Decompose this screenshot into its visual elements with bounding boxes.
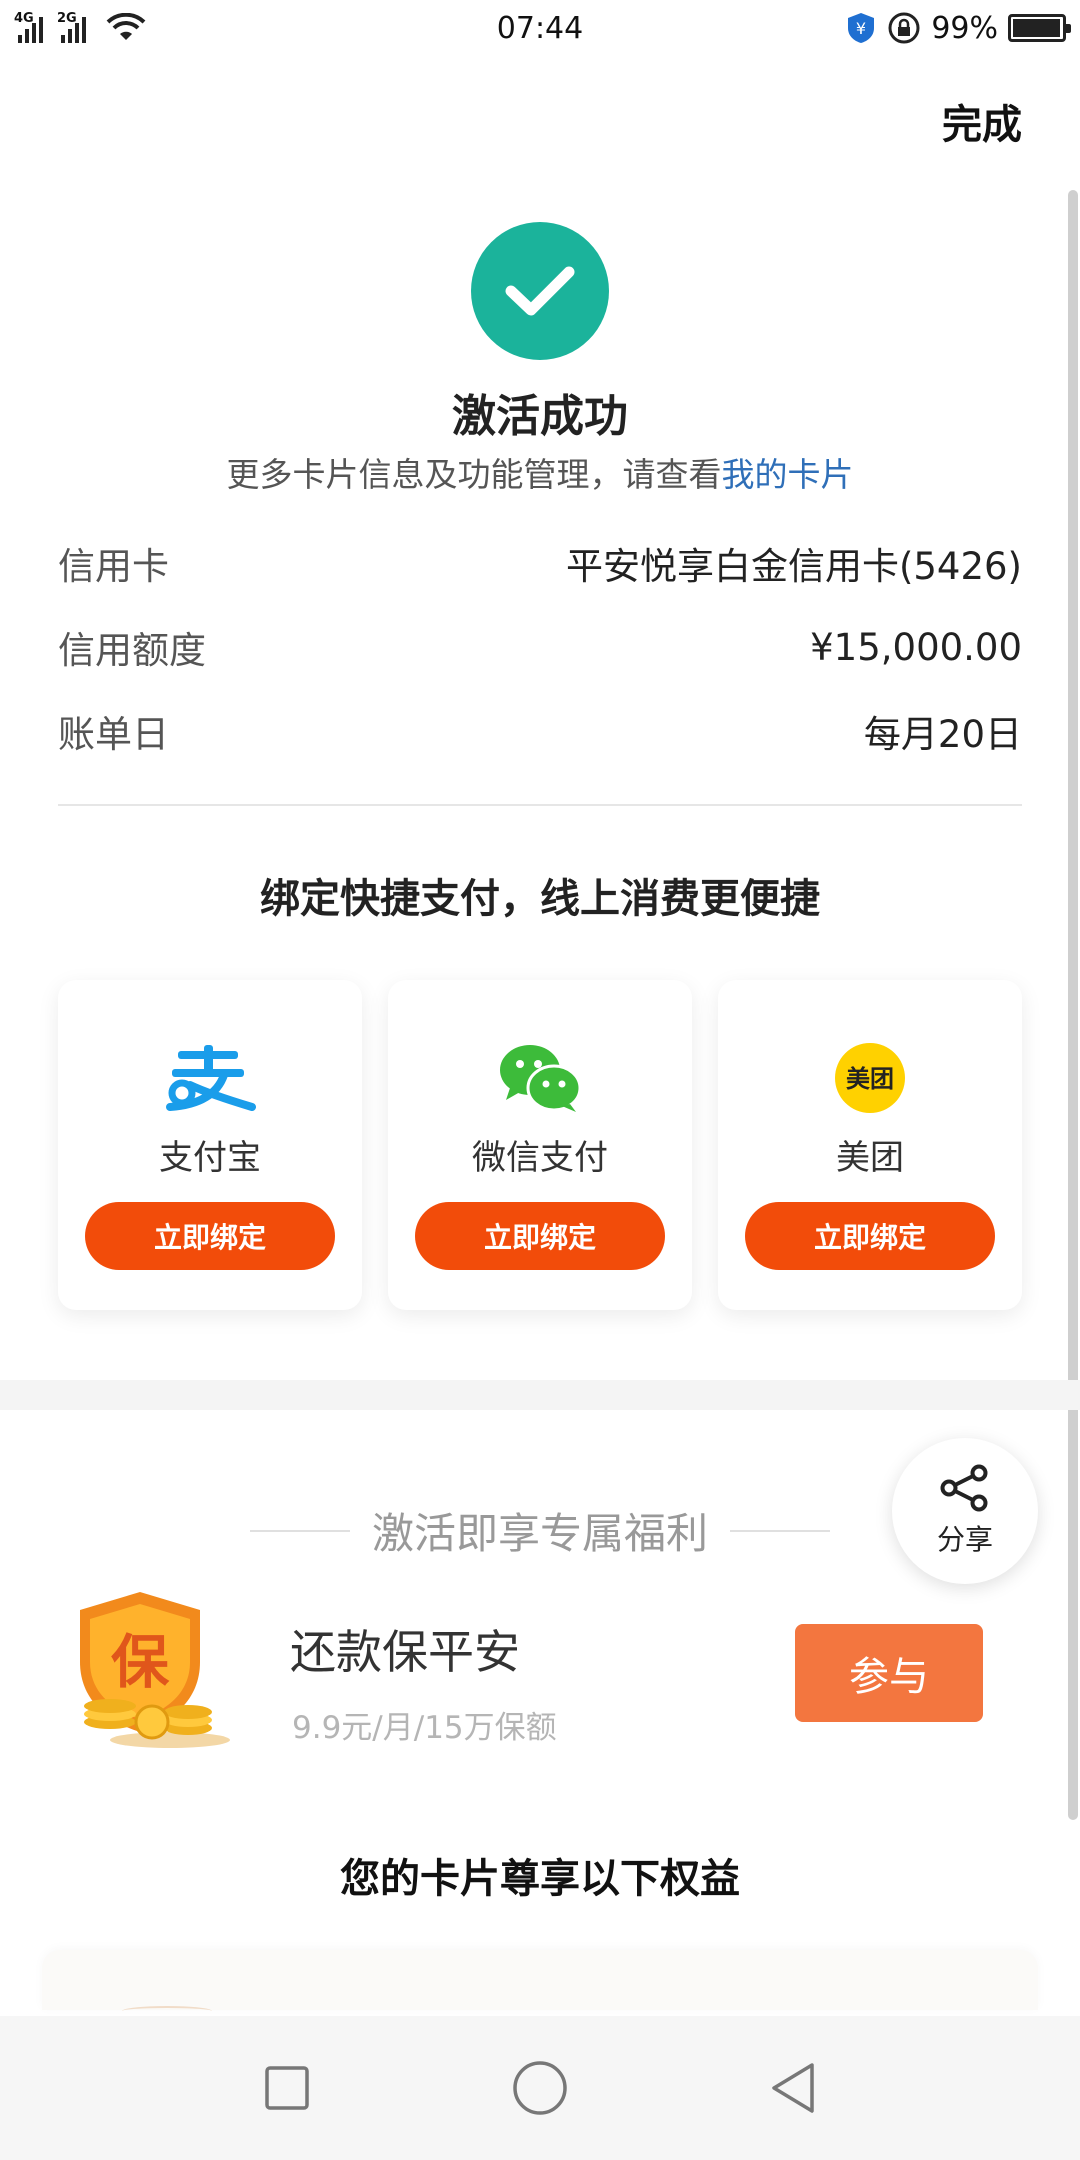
success-subtitle-text: 更多卡片信息及功能管理，请查看 bbox=[226, 455, 722, 494]
meituan-logo-text: 美团 bbox=[846, 1065, 894, 1093]
status-right: ¥ 99% bbox=[726, 10, 1071, 46]
wifi-icon bbox=[106, 13, 146, 40]
status-bar: 4G 2G 07:44 ¥ 99% bbox=[0, 0, 1080, 56]
bind-meituan-button[interactable]: 立即绑定 bbox=[745, 1202, 995, 1270]
perk-icon-partial bbox=[122, 2006, 212, 2016]
join-button[interactable]: 参与 bbox=[795, 1624, 983, 1722]
info-row-card: 信用卡 平安悦享白金信用卡(5426) bbox=[58, 536, 1022, 590]
wechat-pay-icon bbox=[388, 1038, 692, 1118]
success-title: 激活成功 bbox=[452, 391, 628, 442]
pay-option-name: 微信支付 bbox=[472, 1138, 608, 1178]
square-icon bbox=[264, 2066, 309, 2110]
promo-subtitle: 9.9元/月/15万保额 bbox=[292, 1710, 557, 1746]
bind-wechat-button[interactable]: 立即绑定 bbox=[415, 1202, 665, 1270]
heading-line-right bbox=[730, 1529, 831, 1532]
alipay-icon bbox=[58, 1038, 362, 1118]
info-value: ¥15,000.00 bbox=[810, 625, 1022, 669]
pay-option-name: 美团 bbox=[836, 1138, 904, 1178]
info-value: 平安悦享白金信用卡(5426) bbox=[565, 545, 1022, 588]
svg-text:¥: ¥ bbox=[856, 19, 866, 38]
share-icon bbox=[940, 1464, 988, 1512]
pay-option-alipay: 支付宝 立即绑定 bbox=[58, 980, 362, 1310]
success-subtitle: 更多卡片信息及功能管理，请查看我的卡片 bbox=[0, 448, 1080, 496]
info-label: 信用额度 bbox=[58, 629, 206, 672]
signal-2g-icon: 2G bbox=[57, 11, 86, 43]
rotation-lock-icon bbox=[888, 12, 920, 44]
battery-percent: 99% bbox=[931, 10, 998, 46]
circle-icon bbox=[513, 2061, 567, 2115]
back-button[interactable] bbox=[763, 2058, 823, 2118]
heading-line-left bbox=[250, 1529, 350, 1532]
info-row-limit: 信用额度 ¥15,000.00 bbox=[58, 620, 1022, 674]
system-nav-bar bbox=[0, 2016, 1080, 2160]
pay-option-name: 支付宝 bbox=[159, 1138, 261, 1178]
back-triangle-icon bbox=[772, 2063, 815, 2113]
promo-title: 还款保平安 bbox=[290, 1625, 520, 1679]
pay-option-wechat: 微信支付 立即绑定 bbox=[388, 980, 692, 1310]
meituan-icon: 美团 bbox=[718, 1038, 1022, 1118]
status-left: 4G 2G bbox=[14, 11, 354, 43]
security-shield-icon: ¥ bbox=[848, 13, 875, 43]
benefit-heading-text: 激活即享专属福利 bbox=[372, 1509, 709, 1558]
network-type-1: 4G bbox=[14, 11, 34, 26]
benefit-heading: 激活即享专属福利 bbox=[250, 1500, 831, 1561]
recent-apps-button[interactable] bbox=[257, 2058, 317, 2118]
info-value: 每月20日 bbox=[863, 713, 1022, 756]
signal-4g-icon: 4G bbox=[14, 11, 43, 43]
share-button[interactable]: 分享 bbox=[892, 1438, 1038, 1584]
my-cards-link[interactable]: 我的卡片 bbox=[722, 455, 854, 494]
success-check-icon bbox=[471, 222, 609, 360]
info-label: 账单日 bbox=[58, 713, 169, 756]
network-type-2: 2G bbox=[57, 11, 77, 26]
perks-title: 您的卡片尊享以下权益 bbox=[340, 1856, 740, 1902]
status-time: 07:44 bbox=[496, 10, 584, 46]
insurance-shield-icon: 保 bbox=[80, 1592, 230, 1748]
battery-icon bbox=[1008, 14, 1071, 42]
pay-option-meituan: 美团 美团 立即绑定 bbox=[718, 980, 1022, 1310]
done-button[interactable]: 完成 bbox=[942, 92, 1022, 150]
info-label: 信用卡 bbox=[58, 545, 169, 588]
shield-text: 保 bbox=[111, 1628, 170, 1696]
bind-alipay-button[interactable]: 立即绑定 bbox=[85, 1202, 335, 1270]
share-label: 分享 bbox=[936, 1523, 993, 1556]
home-button[interactable] bbox=[510, 2058, 570, 2118]
divider bbox=[58, 804, 1022, 806]
perks-card bbox=[42, 1950, 1038, 2010]
section-separator bbox=[0, 1380, 1080, 1410]
info-row-bill-date: 账单日 每月20日 bbox=[58, 704, 1022, 758]
bind-section-title: 绑定快捷支付，线上消费更便捷 bbox=[260, 876, 820, 922]
